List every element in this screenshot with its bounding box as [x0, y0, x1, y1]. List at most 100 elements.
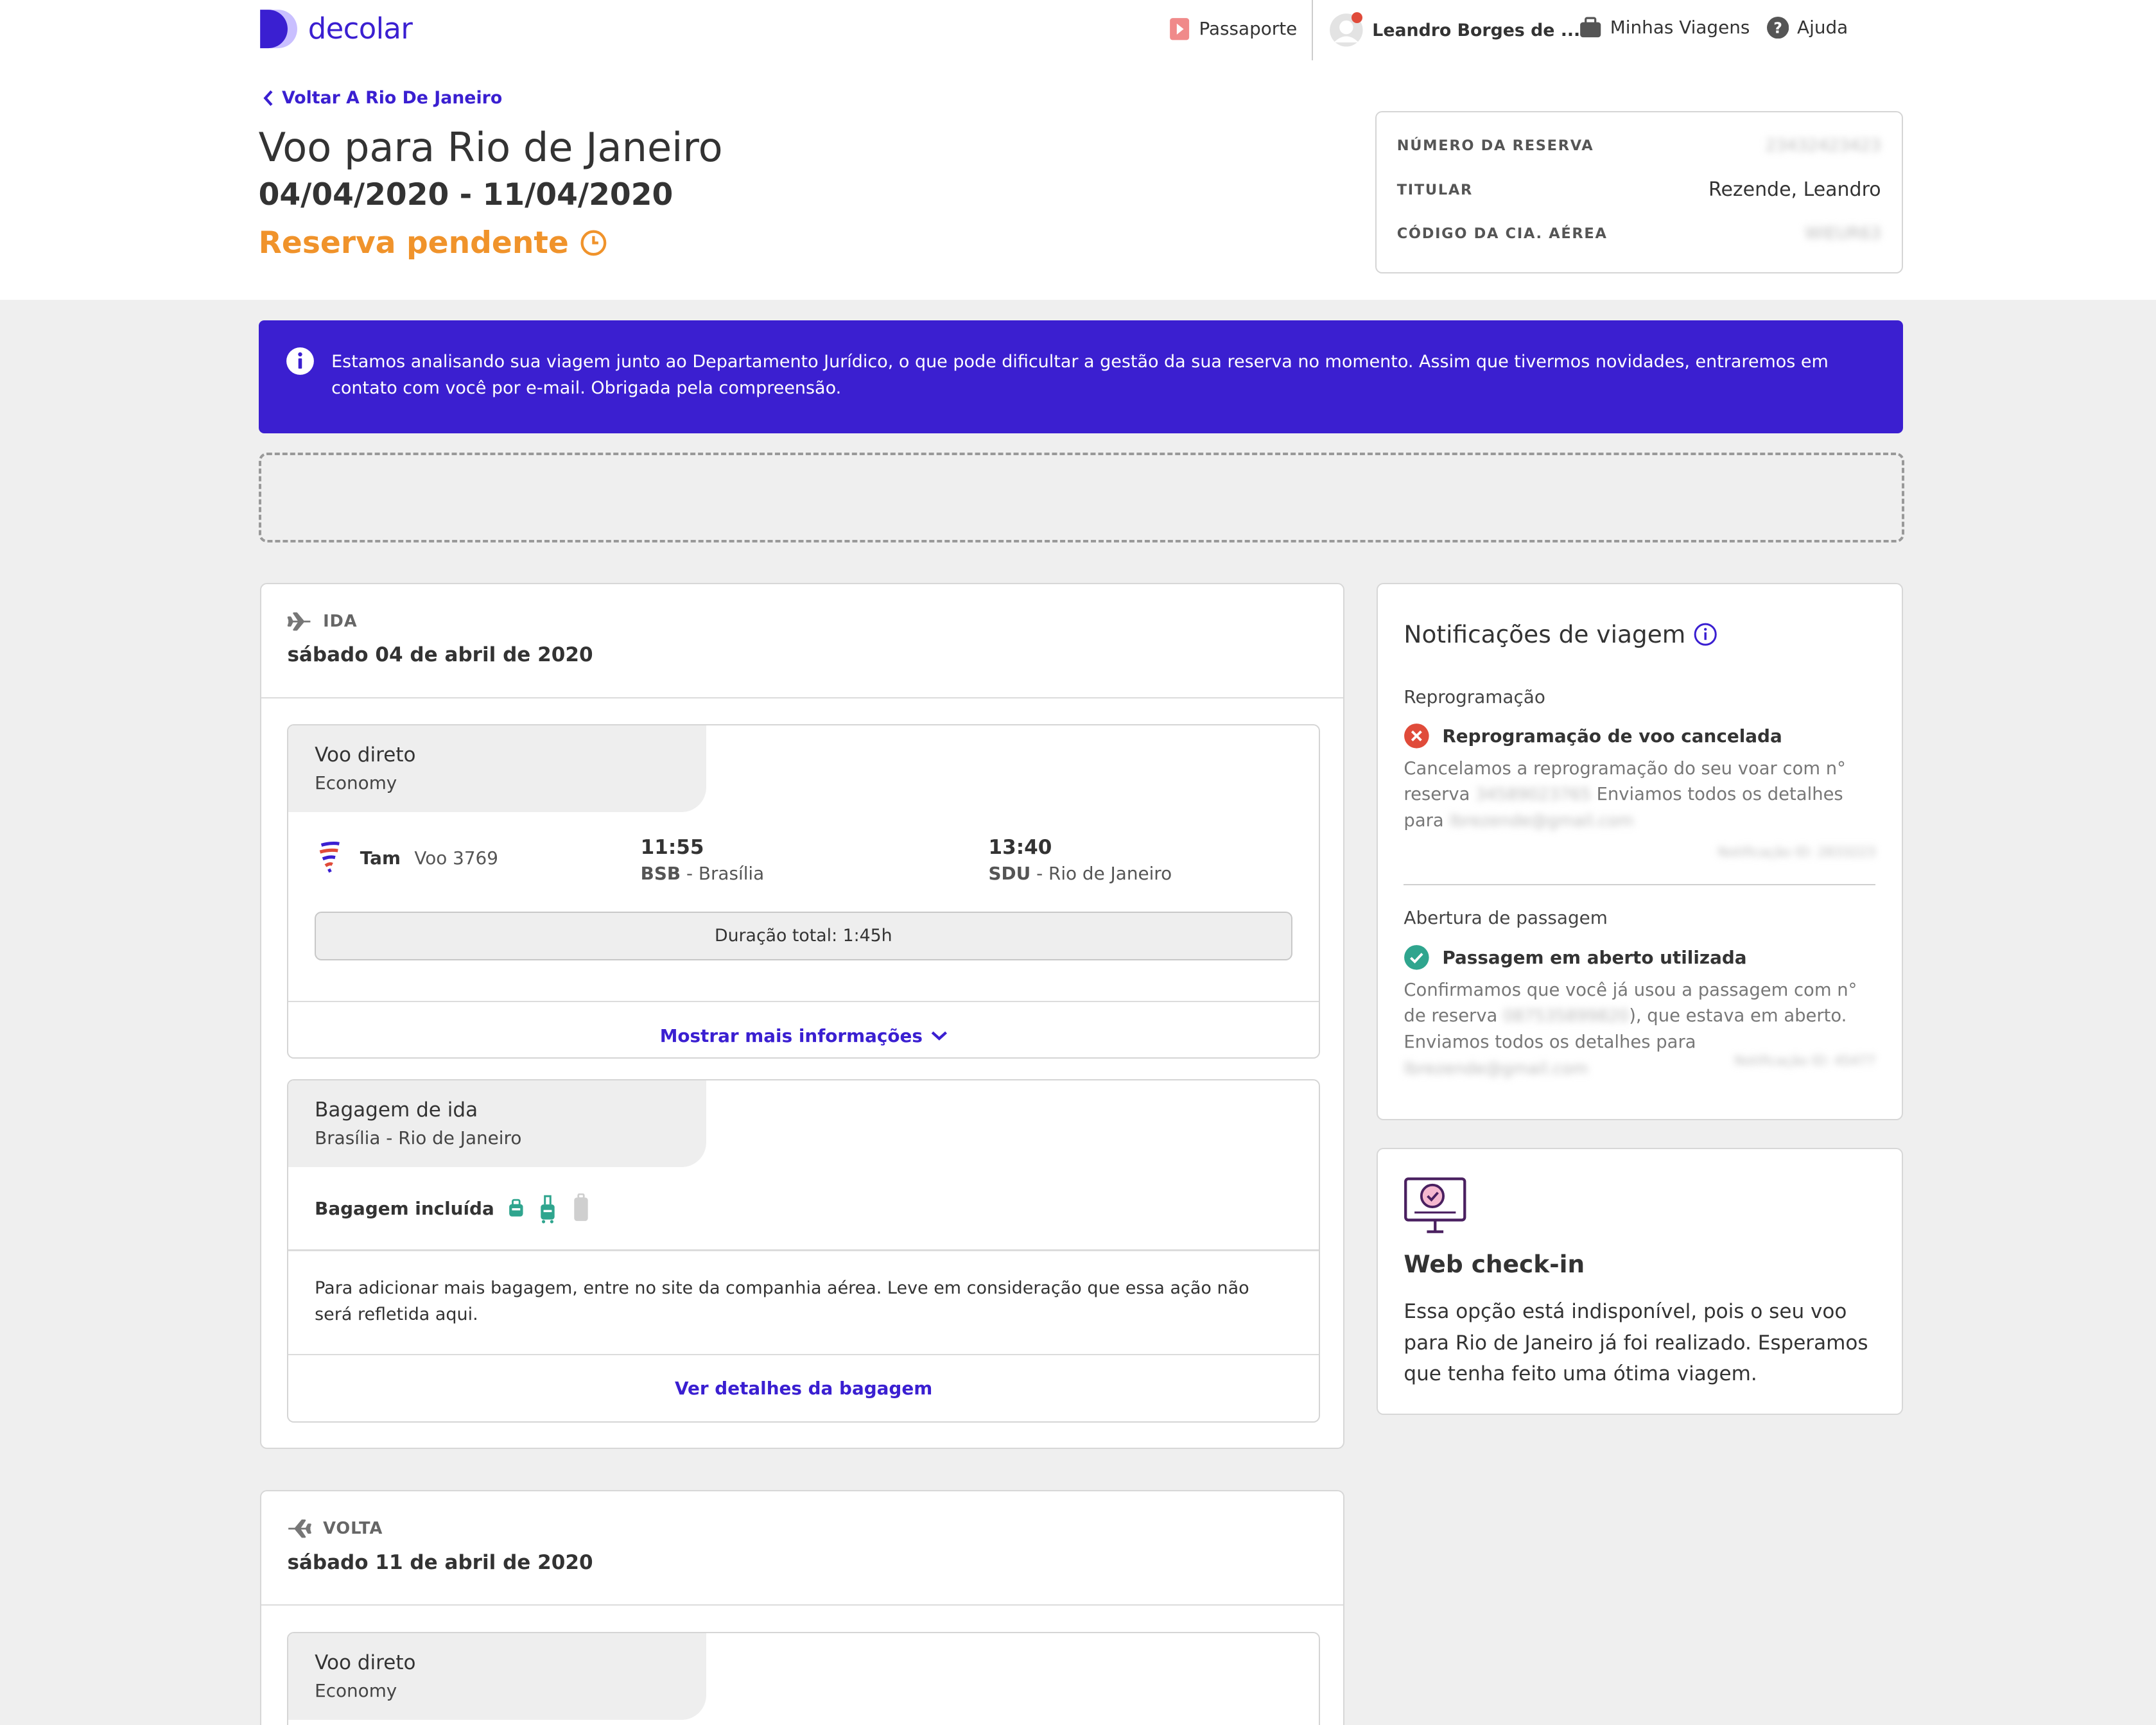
divider: [288, 1000, 1319, 1002]
departure-time: 11:55: [640, 835, 704, 859]
return-direction: VOLTA: [287, 1518, 383, 1539]
trip-dates: 04/04/2020 - 11/04/2020: [258, 177, 674, 213]
back-link-label: Voltar A Rio De Janeiro: [282, 88, 503, 108]
notification-heading: Passagem em aberto utilizada: [1404, 944, 1747, 971]
arrival-info: 13:40 SDU - Rio de Janeiro: [988, 835, 1172, 885]
help-icon: ?: [1766, 16, 1789, 39]
notification-heading-label: Passagem em aberto utilizada: [1442, 946, 1747, 968]
outbound-flight-box: Voo direto Economy Tam Voo 3769 11:55 BS…: [287, 724, 1320, 1059]
holder-row: TITULAR Rezende, Leandro: [1397, 178, 1881, 201]
cabin-class: Economy: [315, 772, 397, 794]
baggage-route: Brasília - Rio de Janeiro: [315, 1127, 522, 1149]
notifications-title: Notificações de viagem: [1404, 620, 1717, 648]
outbound-date: sábado 04 de abril de 2020: [287, 643, 593, 667]
flight-number: Voo 3769: [414, 847, 498, 869]
notification-email: lbrezende@gmail.com: [1449, 811, 1634, 831]
checked-bag-icon: [573, 1193, 588, 1221]
nav-user-label: Leandro Borges de ...: [1372, 20, 1581, 40]
notification-id: Notificação ID: 2833223: [1717, 844, 1876, 860]
web-checkin-title: Web check-in: [1404, 1249, 1585, 1278]
legal-review-banner: Estamos analisando sua viagem junto ao D…: [258, 320, 1903, 433]
reservation-number-value: 23432423423: [1765, 135, 1881, 155]
notification-body: Cancelamos a reprogramação do seu voar c…: [1404, 756, 1879, 835]
notification-reservation-number: 087535899820: [1503, 1007, 1630, 1027]
back-link[interactable]: Voltar A Rio De Janeiro: [263, 88, 502, 108]
nav-my-trips[interactable]: Minhas Viagens: [1579, 17, 1750, 39]
personal-item-icon: [509, 1199, 523, 1217]
arrival-city: Rio de Janeiro: [1048, 863, 1172, 885]
notification-heading-label: Reprogramação de voo cancelada: [1442, 725, 1782, 747]
reservation-number-row: NÚMERO DA RESERVA 23432423423: [1397, 136, 1881, 155]
airline-name: Tam: [360, 847, 401, 869]
check-circle-icon: [1404, 945, 1430, 970]
baggage-included: Bagagem incluída: [315, 1193, 590, 1224]
tam-airline-logo-icon: [319, 842, 340, 873]
web-checkin-card: Web check-in Essa opção está indisponíve…: [1376, 1148, 1903, 1415]
reservation-status: Reserva pendente: [259, 225, 607, 261]
holder-value: Rezende, Leandro: [1708, 178, 1881, 202]
info-icon: [286, 347, 315, 375]
suitcase-icon: [1579, 17, 1601, 37]
plane-icon: [288, 612, 311, 631]
flight-type: Voo direto: [315, 743, 416, 767]
logo[interactable]: decolar: [259, 8, 413, 49]
svg-text:?: ?: [1773, 19, 1782, 37]
baggage-details-link[interactable]: Ver detalhes da bagagem: [288, 1378, 1318, 1399]
return-direction-label: VOLTA: [323, 1519, 383, 1539]
airline-code-label: CÓDIGO DA CIA. AÉREA: [1396, 225, 1608, 242]
nav-divider: [1312, 0, 1314, 61]
divider: [261, 1604, 1344, 1606]
baggage-note: Para adicionar mais bagagem, entre no si…: [315, 1278, 1249, 1324]
carry-on-icon: [541, 1195, 555, 1224]
nav-help-label: Ajuda: [1797, 17, 1848, 39]
airline-code-value: WIEUR63: [1805, 223, 1881, 243]
avatar: [1328, 12, 1364, 48]
notification-heading: Reprogramação de voo cancelada: [1404, 723, 1782, 749]
passport-icon: [1170, 17, 1190, 40]
baggage-title: Bagagem de ida: [315, 1098, 478, 1122]
notification-email: lbrezende@gmail.com: [1404, 1059, 1588, 1079]
more-info-label: Mostrar mais informações: [659, 1025, 923, 1047]
holder-label: TITULAR: [1396, 181, 1473, 198]
notifications-title-label: Notificações de viagem: [1404, 620, 1686, 648]
notifications-card: Notificações de viagem Reprogramação Rep…: [1376, 583, 1903, 1121]
divider: [1404, 883, 1876, 886]
nav-passport-label: Passaporte: [1199, 18, 1298, 40]
divider: [288, 1354, 1319, 1356]
reservation-info-box: NÚMERO DA RESERVA 23432423423 TITULAR Re…: [1375, 111, 1903, 273]
more-info-button[interactable]: Mostrar mais informações: [288, 1025, 1318, 1046]
flight-type: Voo direto: [315, 1651, 416, 1674]
nav-passport[interactable]: Passaporte: [1169, 17, 1297, 42]
notification-reservation-number: 34589023765: [1475, 785, 1591, 805]
return-flight-box: Voo direto Economy: [287, 1631, 1320, 1725]
web-checkin-text: Essa opção está indisponível, pois o seu…: [1404, 1300, 1868, 1385]
chevron-left-icon: [263, 90, 273, 106]
notification-id: Notificação ID: 45477: [1734, 1053, 1876, 1069]
outbound-direction-label: IDA: [323, 611, 358, 631]
nav-help[interactable]: ? Ajuda: [1766, 16, 1848, 39]
logo-text: decolar: [308, 12, 413, 46]
clock-icon: [580, 230, 607, 256]
flight-tab-header: Voo direto Economy: [288, 1633, 707, 1720]
divider: [261, 697, 1344, 698]
placeholder-area: [258, 452, 1904, 543]
divider: [288, 1249, 1319, 1251]
page-title: Voo para Rio de Janeiro: [258, 123, 723, 171]
reservation-number-label: NÚMERO DA RESERVA: [1396, 137, 1594, 154]
error-icon: [1404, 724, 1430, 749]
nav-user[interactable]: Leandro Borges de ...: [1328, 12, 1580, 48]
return-card: VOLTA sábado 11 de abril de 2020 Voo dir…: [259, 1490, 1345, 1725]
departure-info: 11:55 BSB - Brasília: [640, 835, 765, 885]
airline-code-row: CÓDIGO DA CIA. AÉREA WIEUR63: [1397, 224, 1881, 243]
banner-text: Estamos analisando sua viagem junto ao D…: [331, 351, 1829, 398]
info-icon[interactable]: [1694, 623, 1717, 646]
return-date: sábado 11 de abril de 2020: [287, 1550, 593, 1574]
departure-city: Brasília: [698, 863, 765, 885]
notification-section: Reprogramação: [1404, 686, 1545, 707]
outbound-direction: IDA: [287, 611, 357, 632]
computer-check-icon: [1404, 1177, 1466, 1233]
cabin-class: Economy: [315, 1679, 397, 1701]
baggage-tab-header: Bagagem de ida Brasília - Rio de Janeiro: [288, 1080, 707, 1167]
departure-code: BSB: [640, 863, 681, 885]
outbound-card: IDA sábado 04 de abril de 2020 Voo diret…: [259, 583, 1345, 1450]
